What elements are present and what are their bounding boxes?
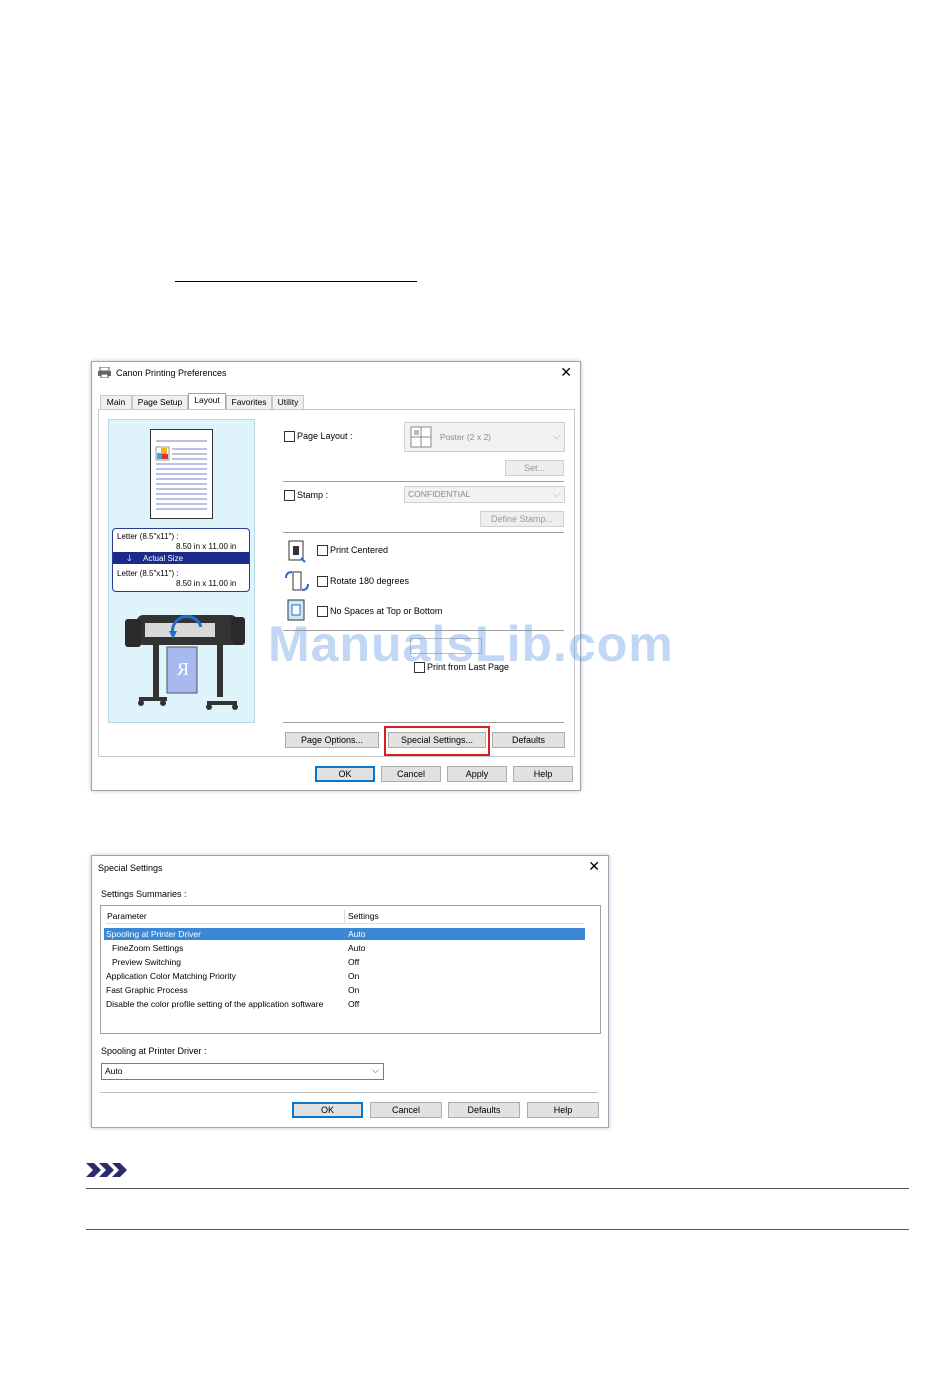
rotate-icon bbox=[285, 571, 309, 591]
poster-layout-icon bbox=[410, 426, 432, 448]
help-button[interactable]: Help bbox=[513, 766, 573, 782]
special-dialog-title: Special Settings bbox=[98, 863, 163, 873]
settings-summaries-label: Settings Summaries : bbox=[101, 889, 187, 899]
parameter-name: Application Color Matching Priority bbox=[106, 971, 236, 981]
letter-size-2: 8.50 in x 11.00 in bbox=[176, 579, 237, 588]
special-help-button[interactable]: Help bbox=[527, 1102, 599, 1118]
stamp-label: Stamp : bbox=[297, 490, 329, 500]
tab-main[interactable]: Main bbox=[100, 395, 132, 409]
close-icon[interactable]: ✕ bbox=[560, 364, 572, 380]
page-layout-label: Page Layout : bbox=[297, 431, 353, 441]
list-item[interactable]: Preview Switching Off bbox=[106, 956, 586, 968]
parameter-value: Auto bbox=[348, 943, 366, 953]
spooling-select[interactable]: Auto ⌵ bbox=[101, 1063, 384, 1080]
page-thumbnail bbox=[150, 429, 213, 519]
special-ok-button[interactable]: OK bbox=[292, 1102, 363, 1118]
parameter-value: On bbox=[348, 985, 360, 995]
define-stamp-button[interactable]: Define Stamp... bbox=[480, 511, 564, 527]
printer-illustration: R bbox=[125, 614, 245, 710]
stamp-select[interactable]: CONFIDENTIAL ⌵ bbox=[404, 486, 565, 503]
parameter-name: FineZoom Settings bbox=[112, 943, 184, 953]
rotate-180-label: Rotate 180 degrees bbox=[330, 576, 410, 586]
stamp-checkbox[interactable] bbox=[284, 490, 295, 501]
settings-summary-list[interactable]: Parameter Settings Spooling at Printer D… bbox=[100, 905, 601, 1034]
actual-size-label: Actual Size bbox=[143, 554, 184, 563]
close-icon[interactable]: ✕ bbox=[588, 858, 600, 874]
document-link-underline[interactable] bbox=[175, 281, 417, 282]
actual-size-bar: 🡓 Actual Size bbox=[113, 552, 249, 564]
paper-size-info: Letter (8.5"x11") : 8.50 in x 11.00 in 🡓… bbox=[112, 528, 250, 592]
print-centered-icon bbox=[288, 540, 306, 563]
svg-text:R: R bbox=[177, 659, 189, 679]
tab-utility[interactable]: Utility bbox=[272, 395, 304, 409]
chevron-down-icon: ⌵ bbox=[553, 488, 560, 499]
parameter-value: Off bbox=[348, 957, 360, 967]
ok-button[interactable]: OK bbox=[315, 766, 375, 782]
page-layout-value: Poster (2 x 2) bbox=[440, 432, 492, 442]
highlight-box bbox=[384, 726, 490, 756]
parameter-name: Spooling at Printer Driver bbox=[106, 929, 201, 939]
list-item[interactable]: Fast Graphic Process On bbox=[106, 984, 586, 996]
cancel-button[interactable]: Cancel bbox=[381, 766, 441, 782]
apply-button[interactable]: Apply bbox=[447, 766, 507, 782]
separator bbox=[100, 1092, 598, 1093]
list-item[interactable]: Application Color Matching Priority On bbox=[106, 970, 586, 982]
letter-label-2: Letter (8.5"x11") : bbox=[117, 569, 179, 578]
chevron-down-icon: ⌵ bbox=[372, 1065, 379, 1075]
separator bbox=[283, 722, 564, 723]
dialog-title: Canon Printing Preferences bbox=[116, 368, 227, 378]
stamp-value: CONFIDENTIAL bbox=[408, 489, 471, 499]
tab-page-setup[interactable]: Page Setup bbox=[132, 395, 188, 409]
letter-size: 8.50 in x 11.00 in bbox=[176, 542, 237, 551]
tab-strip: Main Page Setup Layout Favorites Utility bbox=[100, 393, 570, 410]
parameter-name: Disable the color profile setting of the… bbox=[106, 999, 324, 1009]
page-layout-select[interactable]: Poster (2 x 2) ⌵ bbox=[404, 422, 565, 452]
page-options-button[interactable]: Page Options... bbox=[285, 732, 379, 748]
print-centered-label: Print Centered bbox=[330, 545, 389, 555]
tab-layout[interactable]: Layout bbox=[188, 393, 226, 409]
note-top-rule bbox=[86, 1188, 909, 1189]
parameter-value: On bbox=[348, 971, 360, 981]
page-layout-checkbox[interactable] bbox=[284, 431, 295, 442]
watermark: ManualsLib.com bbox=[268, 616, 674, 672]
list-header: Parameter Settings bbox=[106, 910, 584, 924]
special-cancel-button[interactable]: Cancel bbox=[370, 1102, 442, 1118]
list-item[interactable]: Disable the color profile setting of the… bbox=[106, 998, 586, 1010]
parameter-name: Fast Graphic Process bbox=[106, 985, 188, 995]
defaults-button[interactable]: Defaults bbox=[492, 732, 565, 748]
print-centered-checkbox[interactable] bbox=[317, 545, 328, 556]
arrow-down-icon: 🡓 bbox=[127, 553, 132, 563]
printer-icon bbox=[98, 367, 111, 378]
note-bottom-rule bbox=[86, 1229, 909, 1230]
col-settings-header: Settings bbox=[348, 911, 379, 921]
spooling-label: Spooling at Printer Driver : bbox=[101, 1046, 207, 1056]
chevron-down-icon: ⌵ bbox=[553, 431, 560, 441]
separator bbox=[283, 532, 564, 533]
separator bbox=[283, 481, 564, 482]
parameter-value: Auto bbox=[348, 929, 366, 939]
col-parameter-header: Parameter bbox=[107, 911, 147, 921]
letter-label: Letter (8.5"x11") : bbox=[117, 532, 179, 541]
parameter-name: Preview Switching bbox=[112, 957, 181, 967]
spooling-value: Auto bbox=[105, 1066, 123, 1076]
column-divider bbox=[344, 910, 345, 923]
rotate-180-checkbox[interactable] bbox=[317, 576, 328, 587]
set-button[interactable]: Set... bbox=[505, 460, 564, 476]
note-icon bbox=[86, 1163, 127, 1177]
special-defaults-button[interactable]: Defaults bbox=[448, 1102, 520, 1118]
list-item[interactable]: FineZoom Settings Auto bbox=[106, 942, 586, 954]
parameter-value: Off bbox=[348, 999, 360, 1009]
list-item[interactable]: Spooling at Printer Driver Auto bbox=[104, 928, 585, 940]
tab-favorites[interactable]: Favorites bbox=[226, 395, 272, 409]
